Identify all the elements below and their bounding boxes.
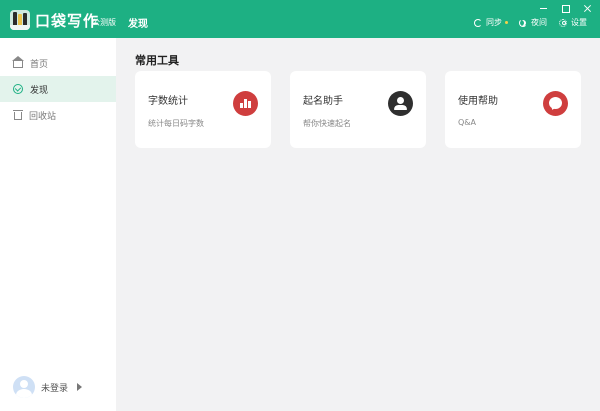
card-subtitle: 帮你快速起名 [303,119,351,128]
night-mode-button[interactable]: 夜间 [519,17,547,28]
close-button[interactable] [580,2,596,14]
discover-icon [13,84,23,94]
moon-icon [519,18,527,27]
home-icon [12,56,24,68]
sidebar-item-discover[interactable]: 发现 [0,76,116,102]
sync-status-dot [505,21,508,24]
sidebar-item-label: 回收站 [29,111,57,122]
night-label: 夜间 [531,18,547,27]
settings-label: 设置 [571,18,587,27]
user-login-button[interactable]: 未登录 [13,376,83,398]
sidebar: 首页 发现 回收站 未登录 [0,38,116,411]
sidebar-item-label: 发现 [30,85,49,96]
user-icon [388,91,413,116]
bar-chart-icon [233,91,258,116]
chat-bubble-icon [543,91,568,116]
sync-button[interactable]: 同步 [474,17,508,28]
sync-icon [474,18,482,27]
edition-badge: 公测版 [92,18,116,27]
section-title: 常用工具 [135,54,179,67]
sidebar-item-label: 首页 [30,59,49,70]
card-subtitle: Q&A [458,118,477,127]
title-bar: 口袋写作 公测版 发现 同步 夜间 设置 [0,0,600,38]
tool-card-naming-assistant[interactable]: 起名助手 帮你快速起名 [290,71,426,148]
card-title: 使用帮助 [458,96,498,107]
card-title: 字数统计 [148,96,188,107]
settings-button[interactable]: 设置 [559,17,587,28]
avatar [13,376,35,398]
card-title: 起名助手 [303,96,343,107]
tool-card-word-count[interactable]: 字数统计 统计每日码字数 [135,71,271,148]
card-subtitle: 统计每日码字数 [148,119,204,128]
page-title: 发现 [128,19,148,30]
sidebar-item-home[interactable]: 首页 [0,50,116,76]
chevron-right-icon [77,383,83,391]
trash-icon [13,110,23,120]
minimize-button[interactable] [536,2,552,14]
maximize-button[interactable] [558,2,574,14]
app-name: 口袋写作 [35,12,100,30]
sidebar-item-trash[interactable]: 回收站 [0,102,116,128]
user-status-label: 未登录 [41,383,69,394]
tool-card-help[interactable]: 使用帮助 Q&A [445,71,581,148]
gear-icon [559,18,567,27]
sync-label: 同步 [486,18,502,27]
app-logo-icon [10,10,30,30]
